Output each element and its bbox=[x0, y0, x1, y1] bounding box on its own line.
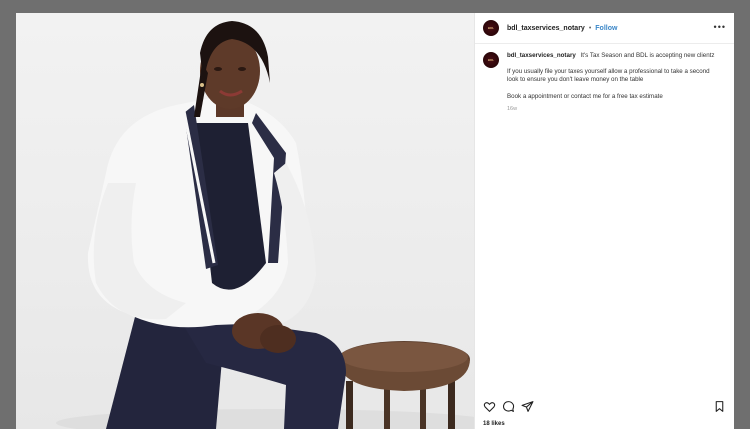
caption-paragraph: If you usually file your taxes yourself … bbox=[507, 68, 710, 84]
post-modal: BDL bdl_taxservices_notary • Follow ••• … bbox=[16, 13, 734, 429]
post-photo[interactable] bbox=[16, 13, 474, 429]
caption-paragraph: Book a appointment or contact me for a f… bbox=[507, 92, 663, 100]
avatar-logo-text: BDL bbox=[487, 58, 495, 62]
avatar-logo-text: BDL bbox=[487, 26, 495, 30]
post-caption: BDL bdl_taxservices_notary It's Tax Seas… bbox=[475, 44, 734, 113]
caption-lead-text: It's Tax Season and BDL is accepting new… bbox=[580, 52, 715, 59]
follow-button[interactable]: Follow bbox=[595, 25, 617, 32]
username-link[interactable]: bdl_taxservices_notary bbox=[507, 25, 585, 32]
heart-icon[interactable] bbox=[483, 400, 496, 413]
woman-in-white-blazer-image bbox=[56, 21, 474, 429]
likes-count[interactable]: 18 likes bbox=[483, 421, 505, 427]
post-actions-bar bbox=[483, 399, 726, 413]
comment-icon[interactable] bbox=[502, 400, 515, 413]
caption-username-link[interactable]: bdl_taxservices_notary bbox=[507, 52, 576, 59]
bookmark-icon[interactable] bbox=[713, 400, 726, 413]
separator-dot: • bbox=[588, 24, 592, 32]
caption-body: bdl_taxservices_notary It's Tax Season a… bbox=[507, 52, 722, 113]
post-details-panel: BDL bdl_taxservices_notary • Follow ••• … bbox=[474, 13, 734, 429]
share-icon[interactable] bbox=[521, 400, 534, 413]
post-header: BDL bdl_taxservices_notary • Follow ••• bbox=[475, 13, 734, 44]
caption-avatar[interactable]: BDL bbox=[483, 52, 499, 68]
avatar[interactable]: BDL bbox=[483, 20, 499, 36]
more-options-icon[interactable]: ••• bbox=[714, 22, 726, 32]
post-timestamp[interactable]: 16w bbox=[507, 105, 722, 113]
